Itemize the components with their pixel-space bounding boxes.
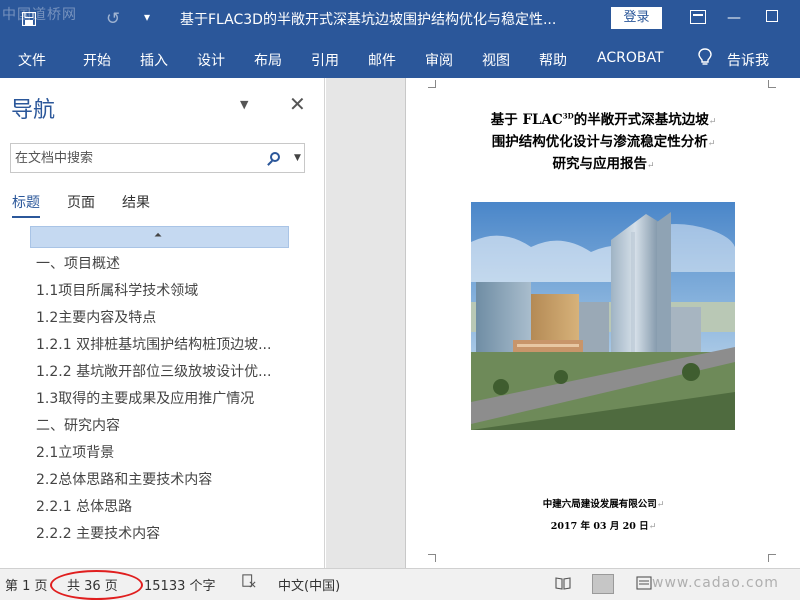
navigation-pane-title: 导航 (11, 98, 56, 123)
paragraph-mark-icon: ↵ (708, 117, 717, 127)
title-bar: 中国道桥网 ↺ ▾ 基于FLAC3D的半敞开式深基坑边坡围护结构优化与稳定性..… (0, 0, 800, 38)
paragraph-mark-icon: ↵ (656, 500, 665, 510)
search-box[interactable]: ▼ (10, 143, 305, 173)
minimize-icon[interactable]: — (727, 10, 741, 26)
tell-me-search[interactable]: 告诉我 (727, 50, 769, 70)
tab-references[interactable]: 引用 (311, 50, 339, 70)
crop-mark (768, 554, 776, 562)
heading-item[interactable]: 2.1立项背景 (36, 442, 114, 462)
tab-mailings[interactable]: 邮件 (368, 50, 396, 70)
watermark: 中国道桥网 (2, 7, 77, 23)
company-text: 中建六局建设发展有限公司 (542, 499, 657, 510)
pane-options-icon[interactable]: ▼ (240, 98, 248, 111)
heading-item[interactable]: 2.2.2 主要技术内容 (36, 523, 160, 543)
web-layout-icon[interactable] (636, 576, 652, 590)
crop-mark (428, 554, 436, 562)
chevron-down-icon[interactable]: ▼ (294, 153, 301, 163)
company-name: 中建六局建设发展有限公司↵ (406, 496, 800, 510)
print-layout-icon[interactable] (592, 574, 614, 594)
heading-item[interactable]: 1.2主要内容及特点 (36, 307, 156, 327)
watermark: www.cadao.com (652, 575, 779, 591)
title-superscript: 3D (562, 111, 574, 121)
tab-view[interactable]: 视图 (482, 50, 510, 70)
collapse-icon[interactable]: ⏶ (154, 230, 162, 241)
heading-item[interactable]: 2.2.1 总体思路 (36, 496, 132, 516)
document-page[interactable]: 基于 FLAC3D的半敞开式深基坑边坡↵ 围护结构优化设计与渗流稳定性分析↵ 研… (405, 78, 800, 568)
document-title: 基于FLAC3D的半敞开式深基坑边坡围护结构优化与稳定性... (180, 12, 557, 28)
read-mode-icon[interactable] (555, 576, 571, 590)
navigation-pane: 导航 ▼ ✕ ▼ 标题 页面 结果 ⏶ 一、项目概述 1.1项目所属科学技术领域… (0, 78, 325, 568)
heading-item[interactable]: 二、研究内容 (36, 415, 120, 435)
paragraph-mark-icon: ↵ (707, 139, 716, 149)
title-text: 基于 FLAC (490, 112, 563, 128)
status-bar: 第 1 页 共 36 页 15133 个字 中文(中国) www.cadao.c… (0, 568, 800, 600)
tab-help[interactable]: 帮助 (539, 50, 567, 70)
document-title-line: 围护结构优化设计与渗流稳定性分析↵ (406, 130, 800, 150)
customize-quick-access-button[interactable]: ▾ (144, 10, 150, 24)
collapse-headings-bar[interactable]: ⏶ (30, 226, 289, 248)
highlight-circle (50, 570, 143, 600)
tab-pages[interactable]: 页面 (67, 192, 95, 212)
paragraph-mark-icon: ↵ (646, 161, 655, 171)
report-date: 2017 年 03 月 20 日↵ (406, 518, 800, 532)
word-count[interactable]: 15133 个字 (144, 575, 216, 594)
heading-item[interactable]: 1.2.2 基坑敞开部位三级放坡设计优... (36, 361, 271, 381)
paragraph-mark-icon: ↵ (648, 522, 657, 532)
restore-icon[interactable] (766, 10, 778, 22)
ribbon-display-options-icon[interactable] (690, 10, 706, 24)
date-text: 2017 年 03 月 20 日 (550, 521, 649, 532)
tab-review[interactable]: 审阅 (425, 50, 453, 70)
undo-icon[interactable]: ↺ (106, 9, 120, 29)
proofing-icon[interactable] (241, 574, 257, 588)
save-icon[interactable] (22, 12, 36, 26)
crop-mark (428, 80, 436, 88)
ribbon-tabs: 文件 开始 插入 设计 布局 引用 邮件 审阅 视图 帮助 ACROBAT 告诉… (0, 38, 800, 78)
document-area[interactable]: 基于 FLAC3D的半敞开式深基坑边坡↵ 围护结构优化设计与渗流稳定性分析↵ 研… (326, 78, 800, 568)
tab-file[interactable]: 文件 (18, 50, 46, 70)
tab-acrobat[interactable]: ACROBAT (597, 50, 664, 66)
crop-mark (768, 80, 776, 88)
tab-home[interactable]: 开始 (83, 50, 111, 70)
heading-item[interactable]: 一、项目概述 (36, 253, 120, 273)
tab-layout[interactable]: 布局 (254, 50, 282, 70)
title-text: 围护结构优化设计与渗流稳定性分析 (491, 134, 708, 150)
search-icon[interactable] (270, 152, 280, 162)
tab-results[interactable]: 结果 (122, 192, 150, 212)
language[interactable]: 中文(中国) (278, 575, 340, 594)
heading-item[interactable]: 2.2总体思路和主要技术内容 (36, 469, 212, 489)
page-number[interactable]: 第 1 页 (5, 575, 48, 594)
lightbulb-icon[interactable] (698, 48, 712, 66)
document-title-line: 研究与应用报告↵ (406, 152, 800, 172)
document-title-line: 基于 FLAC3D的半敞开式深基坑边坡↵ (406, 108, 800, 129)
close-icon[interactable]: ✕ (289, 92, 306, 116)
login-button[interactable]: 登录 (611, 7, 662, 29)
heading-item[interactable]: 1.1项目所属科学技术领域 (36, 280, 198, 300)
tab-design[interactable]: 设计 (197, 50, 225, 70)
heading-item[interactable]: 1.3取得的主要成果及应用推广情况 (36, 388, 254, 408)
search-input[interactable] (15, 148, 255, 168)
building-photo[interactable] (471, 202, 735, 430)
tab-headings[interactable]: 标题 (12, 192, 40, 218)
title-text: 研究与应用报告 (552, 156, 647, 172)
title-text: 的半敞开式深基坑边坡 (573, 112, 709, 128)
heading-item[interactable]: 1.2.1 双排桩基坑围护结构桩顶边坡... (36, 334, 271, 354)
tab-insert[interactable]: 插入 (140, 50, 168, 70)
